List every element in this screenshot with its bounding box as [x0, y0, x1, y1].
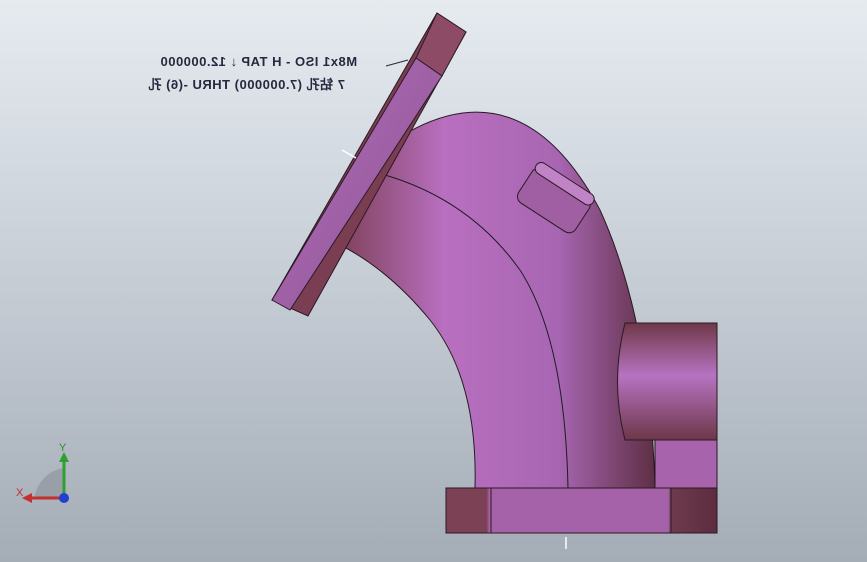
y-axis-label: Y [59, 442, 67, 454]
hole-marker [341, 149, 357, 159]
leader-line [385, 59, 409, 67]
graphics-viewport[interactable]: M8x1 ISO - H TAP ↓ 12.000000 7 钻孔 (7.000… [0, 0, 867, 562]
hole-callout-line1: M8x1 ISO - H TAP ↓ 12.000000 [160, 54, 358, 69]
base-flange [445, 487, 718, 534]
branch-support [654, 439, 718, 489]
hole-callout-line2: 7 钻孔 (7.000000) THRU -(6) 孔 [148, 77, 345, 92]
branch-pipe [617, 322, 718, 441]
x-axis-label: X [16, 487, 24, 499]
cursor-icon [565, 537, 567, 549]
reference-triad[interactable]: X Y [14, 440, 80, 510]
part-model[interactable] [0, 0, 867, 562]
